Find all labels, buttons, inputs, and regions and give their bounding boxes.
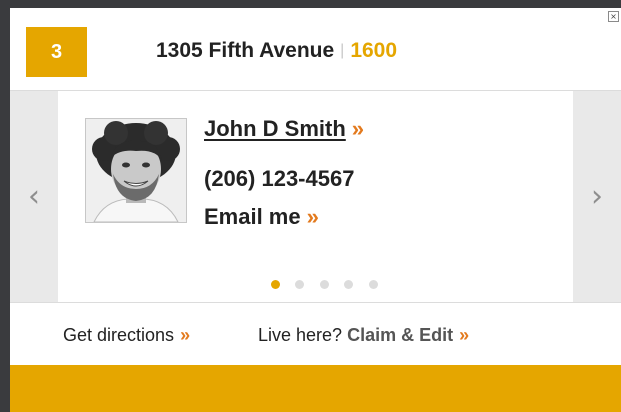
get-directions-link[interactable]: Get directions» xyxy=(63,325,190,346)
carousel-dot[interactable] xyxy=(368,280,378,289)
carousel-prev-button[interactable]: ‹ xyxy=(10,91,58,302)
email-me-label: Email me xyxy=(204,204,301,229)
get-directions-label: Get directions xyxy=(63,325,175,345)
property-popup-card: × 3 1305 Fifth Avenue | 1600 ‹ John D Sm… xyxy=(10,8,621,412)
carousel-dot[interactable] xyxy=(319,280,329,289)
unit-number: 1600 xyxy=(350,39,398,62)
carousel-dot[interactable] xyxy=(271,280,280,289)
street-address: 1305 Fifth Avenue xyxy=(156,39,335,62)
contact-name-link[interactable]: John D Smith xyxy=(204,116,346,141)
carousel-next-button[interactable]: › xyxy=(573,91,621,302)
property-address: 1305 Fifth Avenue | 1600 xyxy=(156,39,397,63)
chevron-right-icon: › xyxy=(591,179,603,214)
footer-links: Get directions» Live here? Claim & Edit» xyxy=(10,303,621,363)
claim-edit-label: Claim & Edit xyxy=(347,325,454,345)
live-here-label: Live here? xyxy=(258,325,343,345)
chevron-right-double-icon: » xyxy=(180,325,191,345)
chevron-left-icon: ‹ xyxy=(28,179,40,214)
contact-carousel: ‹ John D Smith » (206) 123-4567 Email me… xyxy=(10,90,621,303)
chevron-right-double-icon: » xyxy=(351,116,365,141)
contact-name: John D Smith» xyxy=(204,116,364,142)
person-photo-icon xyxy=(86,119,186,222)
carousel-pagination xyxy=(271,276,378,289)
claim-edit-link[interactable]: Claim & Edit» xyxy=(347,325,469,345)
email-me-link[interactable]: Email me» xyxy=(204,204,319,230)
popup-header: 3 1305 Fifth Avenue | 1600 xyxy=(10,8,621,90)
bottom-accent-bar xyxy=(10,365,621,412)
contact-phone: (206) 123-4567 xyxy=(204,166,355,191)
chevron-right-double-icon: » xyxy=(459,325,470,345)
carousel-dot[interactable] xyxy=(295,280,305,289)
contact-panel: John D Smith» (206) 123-4567 Email me» xyxy=(58,91,573,302)
chevron-right-double-icon: » xyxy=(306,204,319,229)
carousel-dot[interactable] xyxy=(344,280,354,289)
listing-number-badge: 3 xyxy=(26,27,87,77)
address-separator: | xyxy=(340,42,345,59)
avatar xyxy=(85,118,187,223)
live-here-prompt: Live here? Claim & Edit» xyxy=(258,325,469,346)
